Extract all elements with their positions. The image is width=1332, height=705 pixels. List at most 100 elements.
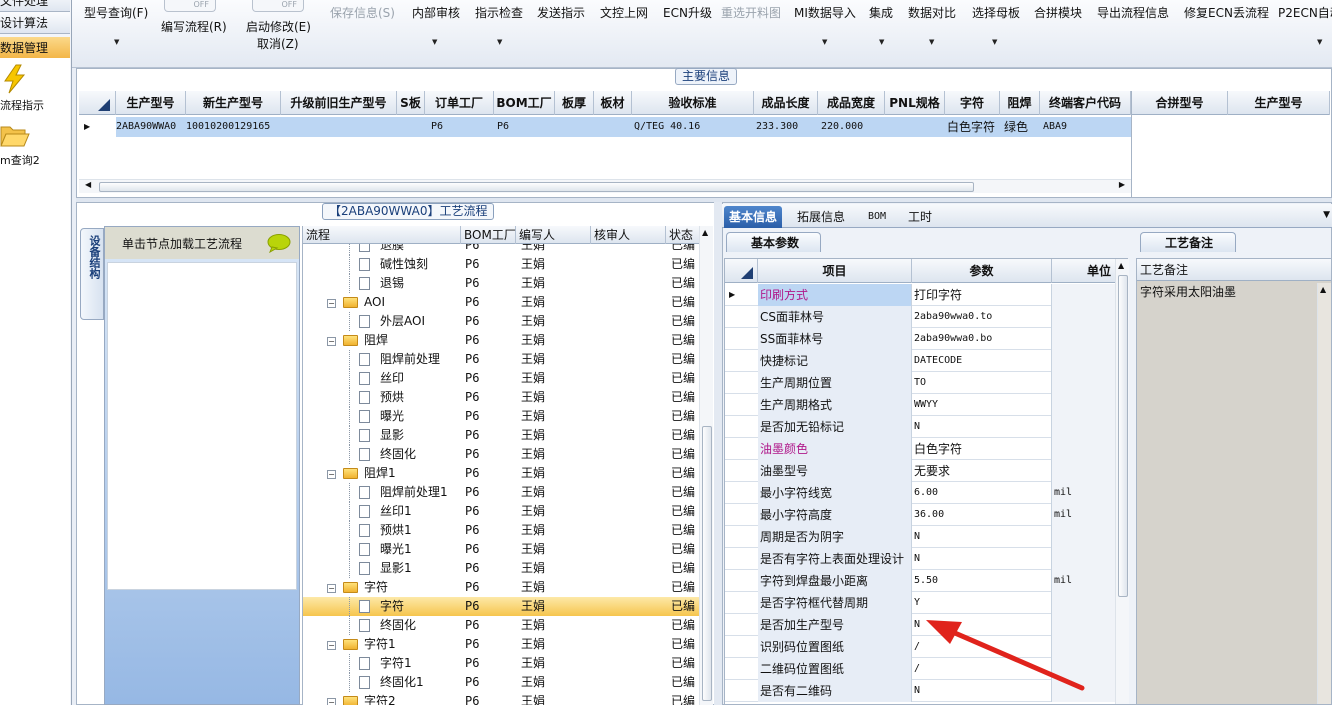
- data-compare-button[interactable]: 数据对比: [908, 4, 956, 21]
- tree-row[interactable]: 阻焊前处理1 P6 王娟 已编: [303, 483, 699, 502]
- tree-row[interactable]: 终固化1 P6 王娟 已编: [303, 673, 699, 692]
- collapse-icon[interactable]: −: [327, 698, 336, 705]
- param-row[interactable]: CS面菲林号 2aba90wwa0.to: [725, 306, 1115, 328]
- chevron-down-icon[interactable]: ▼: [822, 38, 827, 46]
- chevron-down-icon[interactable]: ▼: [879, 38, 884, 46]
- tab-extended-info[interactable]: 拓展信息: [792, 206, 850, 228]
- scroll-up-icon[interactable]: ▲: [1320, 285, 1326, 294]
- scroll-thumb[interactable]: [99, 182, 974, 192]
- chevron-down-icon[interactable]: ▼: [114, 38, 119, 46]
- tree-row[interactable]: 终固化 P6 王娟 已编: [303, 616, 699, 635]
- col-header[interactable]: 终端客户代码: [1040, 91, 1131, 115]
- param-value[interactable]: 36.00: [912, 504, 1052, 526]
- col-header[interactable]: BOM工厂: [461, 226, 516, 244]
- export-flow-info-button[interactable]: 导出流程信息: [1097, 4, 1169, 21]
- tree-node-label[interactable]: 丝印: [380, 369, 404, 388]
- param-row[interactable]: 是否有字符上表面处理设计 N: [725, 548, 1115, 570]
- internal-review-button[interactable]: 内部审核: [412, 4, 460, 21]
- scroll-right-icon[interactable]: ▶: [1119, 180, 1125, 189]
- tree-node-label[interactable]: 阻焊前处理: [380, 350, 440, 369]
- tree-row[interactable]: − 字符 P6 王娟 已编: [303, 578, 699, 597]
- collapse-icon[interactable]: −: [327, 641, 336, 650]
- cell[interactable]: 10010200129165: [186, 117, 281, 137]
- model-query-button[interactable]: 型号查询(F): [84, 4, 148, 21]
- note-vertical-scrollbar[interactable]: ▲: [1317, 283, 1331, 704]
- param-value[interactable]: 6.00: [912, 482, 1052, 504]
- tree-node-label[interactable]: 终固化: [380, 616, 416, 635]
- tree-row[interactable]: − 阻焊 P6 王娟 已编: [303, 331, 699, 350]
- tree-node-label[interactable]: 丝印1: [380, 502, 412, 521]
- col-header[interactable]: 生产型号: [116, 91, 186, 115]
- collapse-icon[interactable]: −: [327, 584, 336, 593]
- col-header[interactable]: 字符: [945, 91, 1000, 115]
- tree-row[interactable]: 预烘1 P6 王娟 已编: [303, 521, 699, 540]
- chevron-down-icon[interactable]: ▼: [1323, 210, 1330, 220]
- cell[interactable]: 绿色: [1004, 117, 1040, 137]
- param-value[interactable]: TO: [912, 372, 1052, 394]
- tree-node-label[interactable]: 终固化: [380, 445, 416, 464]
- start-edit-toggle[interactable]: OFF: [252, 0, 304, 12]
- select-mother-board-button[interactable]: 选择母板: [972, 4, 1020, 21]
- col-header[interactable]: 升级前旧生产型号: [281, 91, 397, 115]
- param-value[interactable]: N: [912, 526, 1052, 548]
- cell[interactable]: ABA9: [1043, 117, 1129, 137]
- nav-item-design[interactable]: 设计算法: [0, 12, 70, 34]
- param-value[interactable]: 白色字符: [912, 438, 1052, 460]
- scroll-up-icon[interactable]: ▲: [1118, 261, 1124, 270]
- tree-row[interactable]: 字符1 P6 王娟 已编: [303, 654, 699, 673]
- param-row[interactable]: 最小字符高度 36.00 mil: [725, 504, 1115, 526]
- tree-row[interactable]: − 字符2 P6 王娟 已编: [303, 692, 699, 705]
- collapse-icon[interactable]: −: [327, 470, 336, 479]
- param-row[interactable]: SS面菲林号 2aba90wwa0.bo: [725, 328, 1115, 350]
- param-value[interactable]: 无要求: [912, 460, 1052, 482]
- col-header[interactable]: 板材: [594, 91, 632, 115]
- tree-row[interactable]: 丝印 P6 王娟 已编: [303, 369, 699, 388]
- param-row[interactable]: 是否加无铅标记 N: [725, 416, 1115, 438]
- tree-row[interactable]: 字符 P6 王娟 已编: [303, 597, 699, 616]
- param-row[interactable]: 周期是否为阴字 N: [725, 526, 1115, 548]
- tree-node-label[interactable]: 碱性蚀刻: [380, 255, 428, 274]
- chevron-down-icon[interactable]: ▼: [432, 38, 437, 46]
- integration-button[interactable]: 集成: [869, 4, 893, 21]
- col-header[interactable]: S板: [397, 91, 425, 115]
- process-note-content[interactable]: 字符采用太阳油墨: [1140, 283, 1236, 300]
- chevron-down-icon[interactable]: ▼: [992, 38, 997, 46]
- vertical-splitter[interactable]: [714, 202, 722, 705]
- col-header[interactable]: 成品长度: [754, 91, 818, 115]
- tree-node-label[interactable]: AOI: [364, 293, 385, 312]
- tree-node-label[interactable]: 曝光: [380, 407, 404, 426]
- col-header[interactable]: 流程: [303, 226, 461, 244]
- tree-node-label[interactable]: 字符1: [364, 635, 396, 654]
- tree-node-label[interactable]: 字符: [380, 597, 404, 616]
- param-value[interactable]: WWYY: [912, 394, 1052, 416]
- query-label[interactable]: m查询2: [0, 152, 40, 168]
- tree-node-label[interactable]: 阻焊前处理1: [380, 483, 448, 502]
- scroll-thumb[interactable]: [702, 426, 712, 701]
- param-value[interactable]: 2aba90wwa0.bo: [912, 328, 1052, 350]
- merge-module-button[interactable]: 合拼模块: [1034, 4, 1082, 21]
- cell[interactable]: 白色字符: [947, 117, 1000, 137]
- reselect-cutting-chart-button[interactable]: 重选开料图: [721, 4, 781, 21]
- write-flow-button[interactable]: 编写流程(R): [161, 18, 227, 35]
- equipment-structure-tab[interactable]: 设备结构: [80, 228, 104, 320]
- tab-bom[interactable]: BOM: [863, 206, 891, 228]
- chevron-down-icon[interactable]: ▼: [1317, 38, 1322, 46]
- chevron-down-icon[interactable]: ▼: [929, 38, 934, 46]
- collapse-icon[interactable]: −: [327, 299, 336, 308]
- cell[interactable]: Q/TEG 40.16: [634, 117, 752, 137]
- table-row[interactable]: ▶ 2ABA90WWA0 10010200129165 P6 P6 Q/TEG …: [79, 117, 1131, 137]
- repair-ecn-flow-button[interactable]: 修复ECN丢流程: [1184, 4, 1269, 21]
- tree-node-label[interactable]: 退膜: [380, 244, 404, 255]
- col-header[interactable]: 生产型号: [1228, 91, 1330, 115]
- col-header[interactable]: 编写人: [516, 226, 591, 244]
- tree-node-label[interactable]: 显影: [380, 426, 404, 445]
- col-header[interactable]: 订单工厂: [425, 91, 494, 115]
- tree-node-label[interactable]: 预烘: [380, 388, 404, 407]
- p2ecn-auto-button[interactable]: P2ECN自动: [1278, 4, 1332, 21]
- tree-node-label[interactable]: 曝光1: [380, 540, 412, 559]
- tab-work-hours[interactable]: 工时: [903, 206, 937, 228]
- cell[interactable]: 2ABA90WWA0: [116, 117, 186, 137]
- col-header[interactable]: 状态: [666, 226, 699, 244]
- ecn-upgrade-button[interactable]: ECN升级: [663, 4, 712, 21]
- tree-row[interactable]: − 阻焊1 P6 王娟 已编: [303, 464, 699, 483]
